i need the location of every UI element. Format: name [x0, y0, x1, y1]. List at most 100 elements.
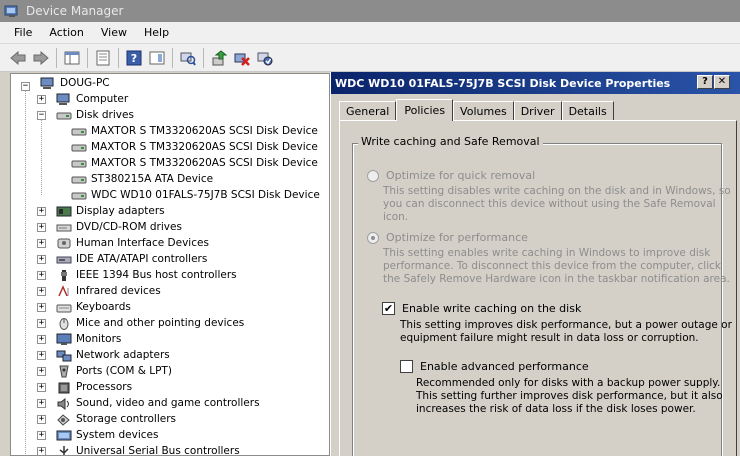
tree-category-label: Universal Serial Bus controllers — [76, 445, 240, 456]
tree-device-item[interactable]: ST380215A ATA Device — [71, 171, 213, 187]
tree-category-sound-video-and-game-controllers[interactable]: + Sound, video and game controllers — [37, 395, 260, 411]
tree-connector — [25, 86, 26, 455]
tab-general[interactable]: General — [339, 101, 397, 120]
tree-category-processors[interactable]: + Processors — [37, 379, 132, 395]
menu-action[interactable]: Action — [49, 26, 83, 39]
uninstall-icon[interactable] — [232, 48, 252, 68]
expander-plus[interactable]: + — [37, 222, 46, 232]
tab-driver[interactable]: Driver — [513, 101, 562, 120]
advanced-performance-option[interactable]: Enable advanced performance — [400, 360, 589, 373]
tree-category-system-devices[interactable]: + System devices — [37, 427, 158, 443]
tree-device-item[interactable]: MAXTOR S TM3320620AS SCSI Disk Device — [71, 155, 318, 171]
menu-view[interactable]: View — [101, 26, 127, 39]
tree-category-network-adapters[interactable]: + Network adapters — [37, 347, 170, 363]
action-pane-icon[interactable] — [147, 48, 167, 68]
tree-category-ide-ata-atapi-controllers[interactable]: + IDE ATA/ATAPI controllers — [37, 251, 207, 267]
tree-device-label: MAXTOR S TM3320620AS SCSI Disk Device — [91, 125, 318, 137]
tree-category-human-interface-devices[interactable]: + Human Interface Devices — [37, 235, 209, 251]
quick-removal-radio[interactable] — [367, 169, 379, 182]
tree-category-mice-and-other-pointing-devices[interactable]: + Mice and other pointing devices — [37, 315, 244, 331]
tree-category-label: Processors — [76, 381, 133, 393]
sound-icon — [56, 397, 72, 410]
performance-radio[interactable] — [367, 231, 379, 244]
scan-hardware-icon[interactable] — [178, 48, 198, 68]
properties-icon[interactable] — [93, 48, 113, 68]
advanced-performance-label: Enable advanced performance — [420, 360, 589, 373]
tree-category-label: Ports (COM & LPT) — [76, 365, 172, 377]
tree-device-item[interactable]: MAXTOR S TM3320620AS SCSI Disk Device — [71, 139, 318, 155]
expander-plus[interactable]: + — [37, 302, 46, 312]
expander-plus[interactable]: + — [37, 382, 46, 392]
forward-icon[interactable] — [31, 48, 51, 68]
expander-plus[interactable]: + — [37, 286, 46, 296]
window-title: Device Manager — [26, 4, 124, 18]
performance-option[interactable]: Optimize for performance — [367, 231, 528, 244]
tree-category-label: DVD/CD-ROM drives — [76, 221, 182, 233]
tree-category-label: Storage controllers — [76, 413, 176, 425]
tree-device-item[interactable]: WDC WD10 01FALS-75J7B SCSI Disk Device — [71, 187, 320, 203]
toolbar-separator — [118, 47, 119, 68]
quick-removal-option[interactable]: Optimize for quick removal — [367, 169, 535, 182]
expander-plus[interactable]: + — [37, 206, 46, 216]
help-icon[interactable]: ? — [124, 48, 144, 68]
tree-connector — [41, 117, 42, 195]
tab-volumes[interactable]: Volumes — [453, 101, 514, 120]
tree-device-item[interactable]: MAXTOR S TM3320620AS SCSI Disk Device — [71, 123, 318, 139]
write-caching-checkbox[interactable]: ✔ — [382, 302, 395, 315]
expander-minus[interactable]: − — [37, 110, 46, 120]
back-icon[interactable] — [8, 48, 28, 68]
expander-root[interactable]: − — [21, 81, 30, 91]
dialog-close-button[interactable]: ✕ — [714, 75, 730, 89]
tab-policies[interactable]: Policies — [396, 99, 454, 121]
expander-plus[interactable]: + — [37, 254, 46, 264]
expander-plus[interactable]: + — [37, 446, 46, 455]
tree-category-dvd-cd-rom-drives[interactable]: + DVD/CD-ROM drives — [37, 219, 182, 235]
write-caching-option[interactable]: ✔ Enable write caching on the disk — [382, 302, 581, 315]
expander-plus[interactable]: + — [37, 430, 46, 440]
menu-help[interactable]: Help — [144, 26, 169, 39]
dvd-icon — [56, 221, 72, 234]
advanced-performance-checkbox[interactable] — [400, 360, 413, 373]
tree-category-label: Display adapters — [76, 205, 165, 217]
tree-category-infrared-devices[interactable]: + Infrared devices — [37, 283, 161, 299]
expander-plus[interactable]: + — [37, 350, 46, 360]
dialog-titlebar: WDC WD10 01FALS-75J7B SCSI Disk Device P… — [331, 72, 740, 94]
toolbar-separator — [56, 47, 57, 68]
tree-category-ieee-1394-bus-host-controllers[interactable]: + IEEE 1394 Bus host controllers — [37, 267, 237, 283]
expander-plus[interactable]: + — [37, 94, 46, 104]
tree-category-universal-serial-bus-controllers[interactable]: + Universal Serial Bus controllers — [37, 443, 240, 456]
tree-category-computer[interactable]: + Computer — [37, 91, 128, 107]
expander-plus[interactable]: + — [37, 414, 46, 424]
expander-plus[interactable]: + — [37, 318, 46, 328]
tree-category-disk-drives[interactable]: − Disk drives — [37, 107, 134, 123]
expander-plus[interactable]: + — [37, 238, 46, 248]
tree-category-ports-com-lpt[interactable]: + Ports (COM & LPT) — [37, 363, 172, 379]
dialog-help-button[interactable]: ? — [697, 75, 713, 89]
expander-plus[interactable]: + — [37, 366, 46, 376]
show-hide-tree-icon[interactable] — [62, 48, 82, 68]
tree-category-label: Infrared devices — [76, 285, 161, 297]
tree-category-label: Disk drives — [76, 109, 134, 121]
toolbar-separator — [87, 47, 88, 68]
port-icon — [56, 365, 72, 378]
ide-icon — [56, 253, 72, 266]
tree-category-storage-controllers[interactable]: + Storage controllers — [37, 411, 176, 427]
tree-category-label: Computer — [76, 93, 129, 105]
expander-plus[interactable]: + — [37, 398, 46, 408]
menu-bar: File Action View Help — [0, 22, 740, 44]
quick-removal-desc: This setting disables write caching on t… — [383, 185, 731, 223]
expander-plus[interactable]: + — [37, 270, 46, 280]
enable-device-icon[interactable] — [255, 48, 275, 68]
tree-root[interactable]: − DOUG-PC — [21, 75, 110, 91]
expander-plus[interactable]: + — [37, 334, 46, 344]
tree-category-keyboards[interactable]: + Keyboards — [37, 299, 131, 315]
tree-category-monitors[interactable]: + Monitors — [37, 331, 121, 347]
toolbar-separator — [203, 47, 204, 68]
tree-category-label: Sound, video and game controllers — [76, 397, 260, 409]
tree-category-label: Network adapters — [76, 349, 170, 361]
tree-category-display-adapters[interactable]: + Display adapters — [37, 203, 165, 219]
menu-file[interactable]: File — [14, 26, 32, 39]
update-driver-icon[interactable] — [209, 48, 229, 68]
disk-icon — [56, 109, 72, 122]
tab-details[interactable]: Details — [561, 101, 614, 120]
